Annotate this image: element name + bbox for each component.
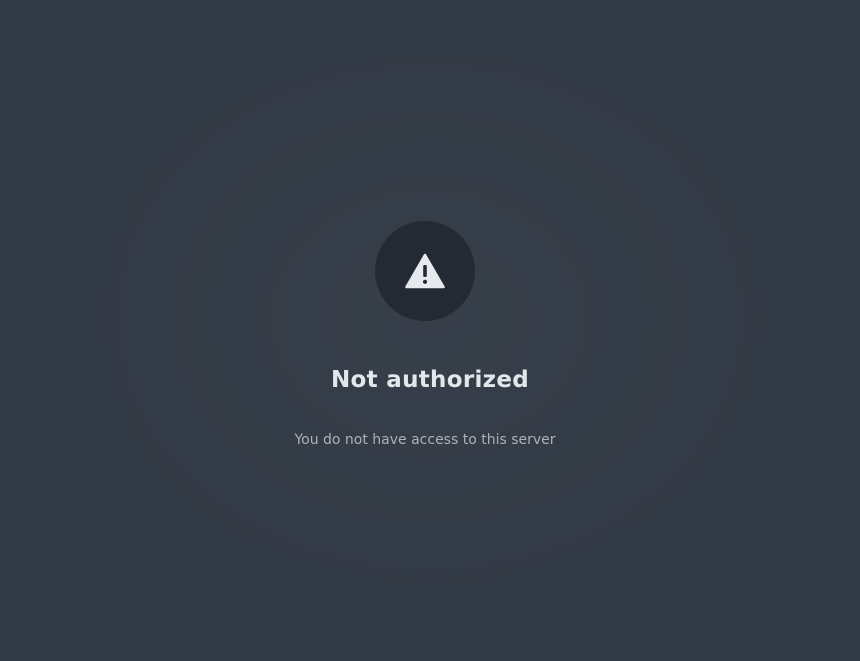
- error-title: Not authorized: [331, 367, 529, 393]
- error-message: You do not have access to this server: [294, 432, 556, 448]
- not-authorized-screen: Not authorized You do not have access to…: [0, 0, 860, 661]
- warning-icon-badge: [375, 221, 475, 321]
- warning-icon: [405, 253, 445, 289]
